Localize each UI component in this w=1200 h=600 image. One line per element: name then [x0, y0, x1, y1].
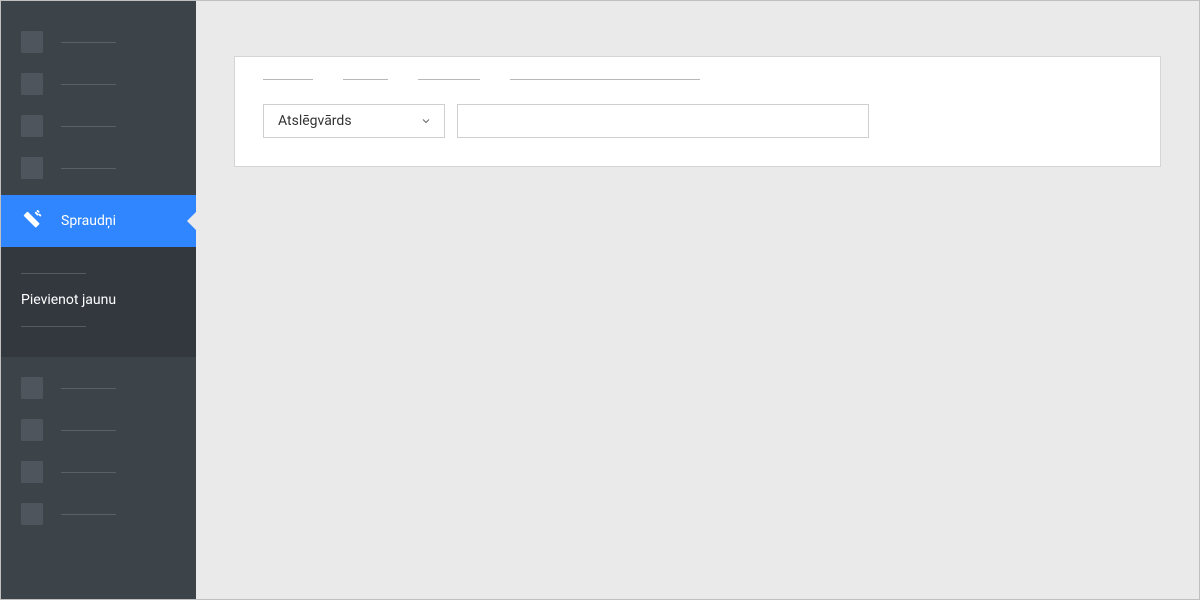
tab-placeholder[interactable]: [418, 79, 480, 80]
nav-icon-placeholder: [21, 377, 43, 399]
tab-placeholder[interactable]: [510, 79, 700, 80]
sidebar-item-placeholder[interactable]: [1, 105, 196, 147]
nav-label-placeholder: [61, 388, 116, 389]
nav-label-placeholder: [61, 168, 116, 169]
search-panel: Atslēgvārds: [234, 56, 1161, 167]
nav-icon-placeholder: [21, 115, 43, 137]
nav-label-placeholder: [61, 84, 116, 85]
plugin-icon: [21, 209, 45, 233]
search-input[interactable]: [457, 104, 869, 138]
nav-icon-placeholder: [21, 157, 43, 179]
sidebar-item-placeholder[interactable]: [1, 409, 196, 451]
nav-icon-placeholder: [21, 461, 43, 483]
sidebar-item-placeholder[interactable]: [1, 451, 196, 493]
tab-placeholder[interactable]: [263, 79, 313, 80]
sidebar-item-plugins[interactable]: Spraudņi: [1, 195, 196, 247]
nav-icon-placeholder: [21, 419, 43, 441]
nav-label-placeholder: [61, 472, 116, 473]
search-row: Atslēgvārds: [263, 104, 1132, 138]
nav-label-placeholder: [61, 42, 116, 43]
select-value: Atslēgvārds: [278, 113, 352, 129]
nav-label-placeholder: [61, 126, 116, 127]
sidebar-item-placeholder[interactable]: [1, 493, 196, 535]
submenu-item-placeholder[interactable]: [21, 273, 86, 274]
sidebar-item-placeholder[interactable]: [1, 147, 196, 189]
nav-label-placeholder: [61, 514, 116, 515]
sidebar-item-placeholder[interactable]: [1, 367, 196, 409]
search-type-select[interactable]: Atslēgvārds: [263, 104, 445, 138]
sidebar-item-placeholder[interactable]: [1, 63, 196, 105]
sidebar-submenu: Pievienot jaunu: [1, 247, 196, 357]
filter-tabs: [263, 79, 1132, 80]
sidebar: Spraudņi Pievienot jaunu: [1, 1, 196, 599]
submenu-item-add-new[interactable]: Pievienot jaunu: [21, 286, 176, 314]
nav-icon-placeholder: [21, 31, 43, 53]
nav-icon-placeholder: [21, 73, 43, 95]
sidebar-item-label: Spraudņi: [61, 213, 116, 229]
main-content: Atslēgvārds: [196, 1, 1199, 599]
nav-label-placeholder: [61, 430, 116, 431]
chevron-down-icon: [420, 115, 432, 127]
nav-icon-placeholder: [21, 503, 43, 525]
submenu-item-placeholder[interactable]: [21, 326, 86, 327]
tab-placeholder[interactable]: [343, 79, 388, 80]
sidebar-item-placeholder[interactable]: [1, 21, 196, 63]
